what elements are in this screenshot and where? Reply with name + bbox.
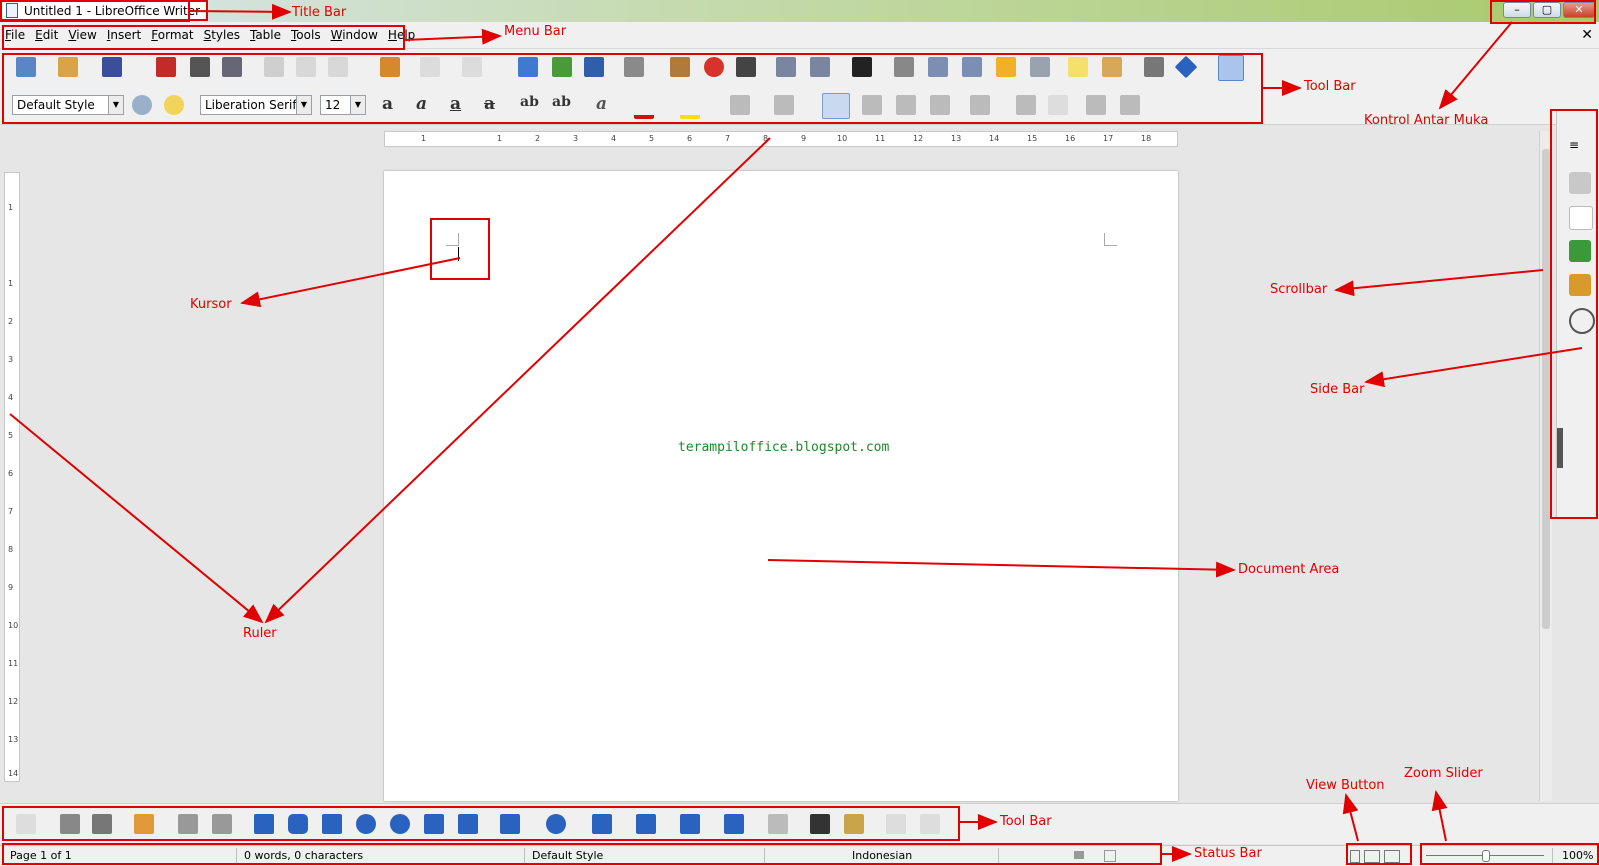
annotation-kursor: Kursor bbox=[190, 297, 232, 312]
arrow-document-area bbox=[767, 559, 1236, 578]
annotation-zoom-slider: Zoom Slider bbox=[1404, 766, 1483, 781]
arrow-menu-bar bbox=[404, 28, 502, 45]
annotation-side-bar: Side Bar bbox=[1310, 382, 1365, 397]
annotation-title-bar: Title Bar bbox=[292, 5, 347, 20]
arrow-title-bar bbox=[189, 3, 292, 20]
annotation-kontrol: Kontrol Antar Muka bbox=[1364, 113, 1489, 128]
annotation-view-button: View Button bbox=[1306, 778, 1385, 793]
arrow-zoom-slider bbox=[1431, 790, 1448, 842]
annotation-tool-bar-top: Tool Bar bbox=[1304, 79, 1356, 94]
annotation-tool-bar-bottom: Tool Bar bbox=[1000, 814, 1052, 829]
annotation-scrollbar: Scrollbar bbox=[1270, 282, 1328, 297]
annotation-document-area: Document Area bbox=[1238, 562, 1340, 577]
annotation-status-bar: Status Bar bbox=[1194, 846, 1262, 861]
annotation-menu-bar: Menu Bar bbox=[504, 24, 567, 39]
arrow-ruler-horizontal bbox=[264, 137, 771, 624]
arrow-window-controls bbox=[1438, 21, 1513, 110]
annotation-ruler: Ruler bbox=[243, 626, 277, 641]
arrow-scrollbar bbox=[1334, 269, 1544, 297]
arrow-view-button bbox=[1342, 793, 1359, 842]
arrow-ruler-vertical bbox=[9, 413, 264, 624]
arrow-cursor bbox=[240, 257, 461, 308]
annotation-arrows bbox=[9, 3, 1583, 862]
arrow-side-bar bbox=[1364, 347, 1583, 388]
